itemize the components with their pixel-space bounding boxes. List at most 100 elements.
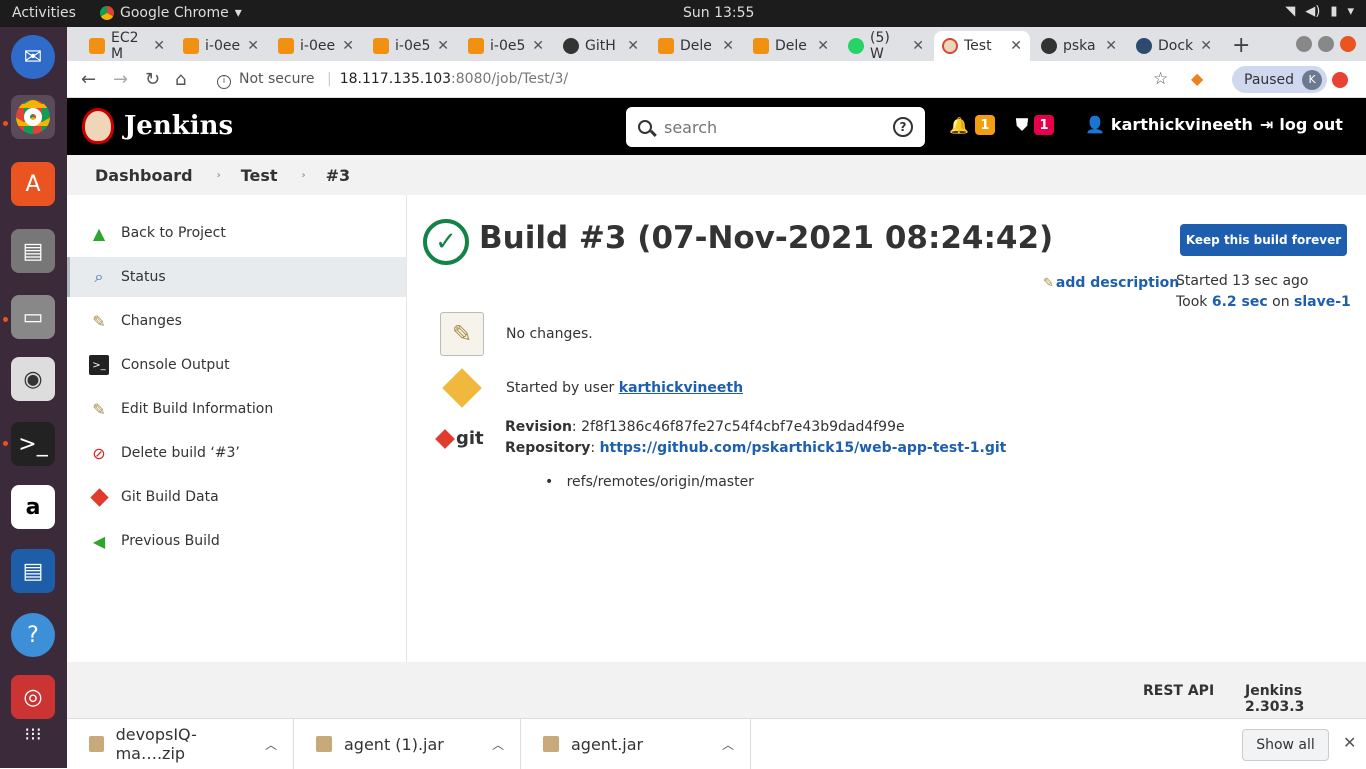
close-icon[interactable]: ✕ <box>247 38 259 54</box>
notifications-button[interactable]: 🔔 1 <box>949 115 995 135</box>
sidebar-item-changes[interactable]: ✎ Changes <box>67 301 406 341</box>
profile-button[interactable]: Paused K <box>1232 66 1327 93</box>
software-center-icon[interactable]: A <box>11 162 55 206</box>
breadcrumb-test[interactable]: Test <box>241 166 278 185</box>
app-menu[interactable]: Google Chrome ▾ <box>100 5 242 21</box>
tab-delete-1[interactable]: Dele ✕ <box>650 31 742 61</box>
info-icon[interactable]: i <box>217 75 231 89</box>
close-icon[interactable]: ✕ <box>532 38 544 54</box>
metamask-icon[interactable]: ◆ <box>1191 69 1203 88</box>
tab-label: Dele <box>775 38 807 54</box>
download-item[interactable]: agent.jar ︿ <box>521 719 751 769</box>
files-icon[interactable]: ▭ <box>11 295 55 339</box>
tab-jenkins-test[interactable]: Test ✕ <box>934 31 1030 61</box>
rhythmbox-icon[interactable]: ◉ <box>11 357 55 401</box>
chrome-dock-icon[interactable] <box>11 95 55 139</box>
close-icon[interactable]: ✕ <box>342 38 354 54</box>
tab-docker[interactable]: Dock ✕ <box>1128 31 1220 61</box>
close-icon[interactable]: ✕ <box>817 38 829 54</box>
url-field[interactable]: i Not secure | 18.117.135.103:8080/job/Tes… <box>217 71 568 89</box>
close-icon[interactable]: ✕ <box>1010 38 1022 54</box>
agent-link[interactable]: slave-1 <box>1294 294 1351 310</box>
download-item[interactable]: devopsIQ-ma….zip ︿ <box>67 719 294 769</box>
tab-instance-2[interactable]: i-0ee ✕ <box>270 31 362 61</box>
terminal-dock-icon[interactable]: >_ <box>11 422 55 466</box>
show-all-button[interactable]: Show all <box>1242 729 1329 761</box>
forward-arrow-icon[interactable]: → <box>113 69 128 90</box>
breadcrumb-dashboard[interactable]: Dashboard <box>95 166 193 185</box>
minimize-icon[interactable] <box>1296 36 1312 52</box>
tab-instance-4[interactable]: i-0e5 ✕ <box>460 31 552 61</box>
reload-icon[interactable]: ↻ <box>145 69 160 90</box>
chevron-up-icon[interactable]: ︿ <box>722 736 734 753</box>
update-icon[interactable] <box>1332 72 1348 88</box>
sidebar-item-back-to-project[interactable]: ▲ Back to Project <box>67 213 406 253</box>
close-icon[interactable]: ✕ <box>722 38 734 54</box>
system-tray[interactable]: ◥ ◀) ▮ ▾ <box>1285 4 1354 19</box>
sidebar-item-git-build-data[interactable]: Git Build Data <box>67 477 406 517</box>
started-by-user-link[interactable]: karthickvineeth <box>619 380 743 396</box>
search-input[interactable] <box>664 117 893 137</box>
tab-ec2[interactable]: EC2 M ✕ <box>81 30 173 62</box>
close-window-icon[interactable] <box>1340 36 1356 52</box>
on-word: on <box>1272 294 1290 310</box>
show-apps-icon[interactable]: ⁝⁝⁝ <box>11 712 55 756</box>
breadcrumb-build[interactable]: #3 <box>326 166 351 185</box>
add-description-link[interactable]: ✎ add description <box>1043 275 1179 291</box>
amazon-icon[interactable]: a <box>11 485 55 529</box>
help-icon[interactable]: ? <box>11 613 55 657</box>
writer-icon[interactable]: ▤ <box>11 549 55 593</box>
clock[interactable]: Sun 13:55 <box>683 5 754 21</box>
star-icon[interactable]: ☆ <box>1153 69 1168 89</box>
archive-icon <box>543 736 559 752</box>
close-icon[interactable]: ✕ <box>153 38 165 54</box>
sidebar-item-console-output[interactable]: >_ Console Output <box>67 345 406 385</box>
sidebar-item-delete-build[interactable]: ⊘ Delete build ‘#3’ <box>67 433 406 473</box>
close-icon[interactable]: ✕ <box>627 38 639 54</box>
security-button[interactable]: ⛊ 1 <box>1016 115 1055 135</box>
tab-pska[interactable]: pska ✕ <box>1033 31 1125 61</box>
download-item[interactable]: agent (1).jar ︿ <box>294 719 521 769</box>
notification-badge: 1 <box>974 115 995 135</box>
home-icon[interactable]: ⌂ <box>175 69 186 90</box>
rest-api-link[interactable]: REST API <box>1143 683 1214 699</box>
jenkins-version-link[interactable]: Jenkins 2.303.3 <box>1245 683 1366 715</box>
duration-link[interactable]: 6.2 sec <box>1212 294 1268 310</box>
search-box[interactable]: ? <box>626 107 925 147</box>
changes-text: No changes. <box>506 326 593 342</box>
sidebar-item-edit-build-information[interactable]: ✎ Edit Build Information <box>67 389 406 429</box>
profile-status: Paused <box>1244 71 1295 88</box>
help-icon[interactable]: ? <box>893 117 913 137</box>
close-icon[interactable]: ✕ <box>1200 38 1212 54</box>
up-arrow-icon: ▲ <box>92 223 106 243</box>
tab-whatsapp[interactable]: (5) W ✕ <box>840 30 932 62</box>
tab-delete-2[interactable]: Dele ✕ <box>745 31 837 61</box>
close-icon[interactable]: ✕ <box>1105 38 1117 54</box>
tab-instance-1[interactable]: i-0ee ✕ <box>175 31 267 61</box>
tab-label: EC2 M <box>111 30 139 62</box>
close-icon[interactable]: ✕ <box>912 38 924 54</box>
sidebar-item-previous-build[interactable]: ◀ Previous Build <box>67 521 406 561</box>
thunderbird-icon[interactable]: ✉ <box>11 35 55 79</box>
close-icon[interactable]: ✕ <box>1343 733 1356 752</box>
new-tab-button[interactable]: + <box>1232 33 1250 58</box>
security-label: Not secure <box>239 71 315 87</box>
volume-icon: ◀) <box>1305 4 1321 19</box>
tab-instance-3[interactable]: i-0e5 ✕ <box>365 31 457 61</box>
close-icon[interactable]: ✕ <box>437 38 449 54</box>
chevron-up-icon[interactable]: ︿ <box>265 736 277 753</box>
scanner-icon[interactable]: ▤ <box>11 229 55 273</box>
avatar: K <box>1302 69 1323 90</box>
activities-button[interactable]: Activities <box>12 5 76 21</box>
repository-link[interactable]: https://github.com/pskarthick15/web-app-… <box>600 440 1007 456</box>
jenkins-logo[interactable]: Jenkins <box>82 108 233 144</box>
chevron-up-icon[interactable]: ︿ <box>492 736 504 753</box>
user-link[interactable]: 👤 karthickvineeth <box>1085 115 1253 134</box>
maximize-icon[interactable] <box>1318 36 1334 52</box>
keep-forever-button[interactable]: Keep this build forever <box>1180 224 1347 256</box>
took-prefix: Took <box>1176 294 1208 310</box>
tab-github[interactable]: GitH ✕ <box>555 31 647 61</box>
logout-link[interactable]: ⇥ log out <box>1260 115 1343 134</box>
back-arrow-icon[interactable]: ← <box>81 69 96 90</box>
sidebar-item-status[interactable]: ⌕ Status <box>67 257 406 297</box>
